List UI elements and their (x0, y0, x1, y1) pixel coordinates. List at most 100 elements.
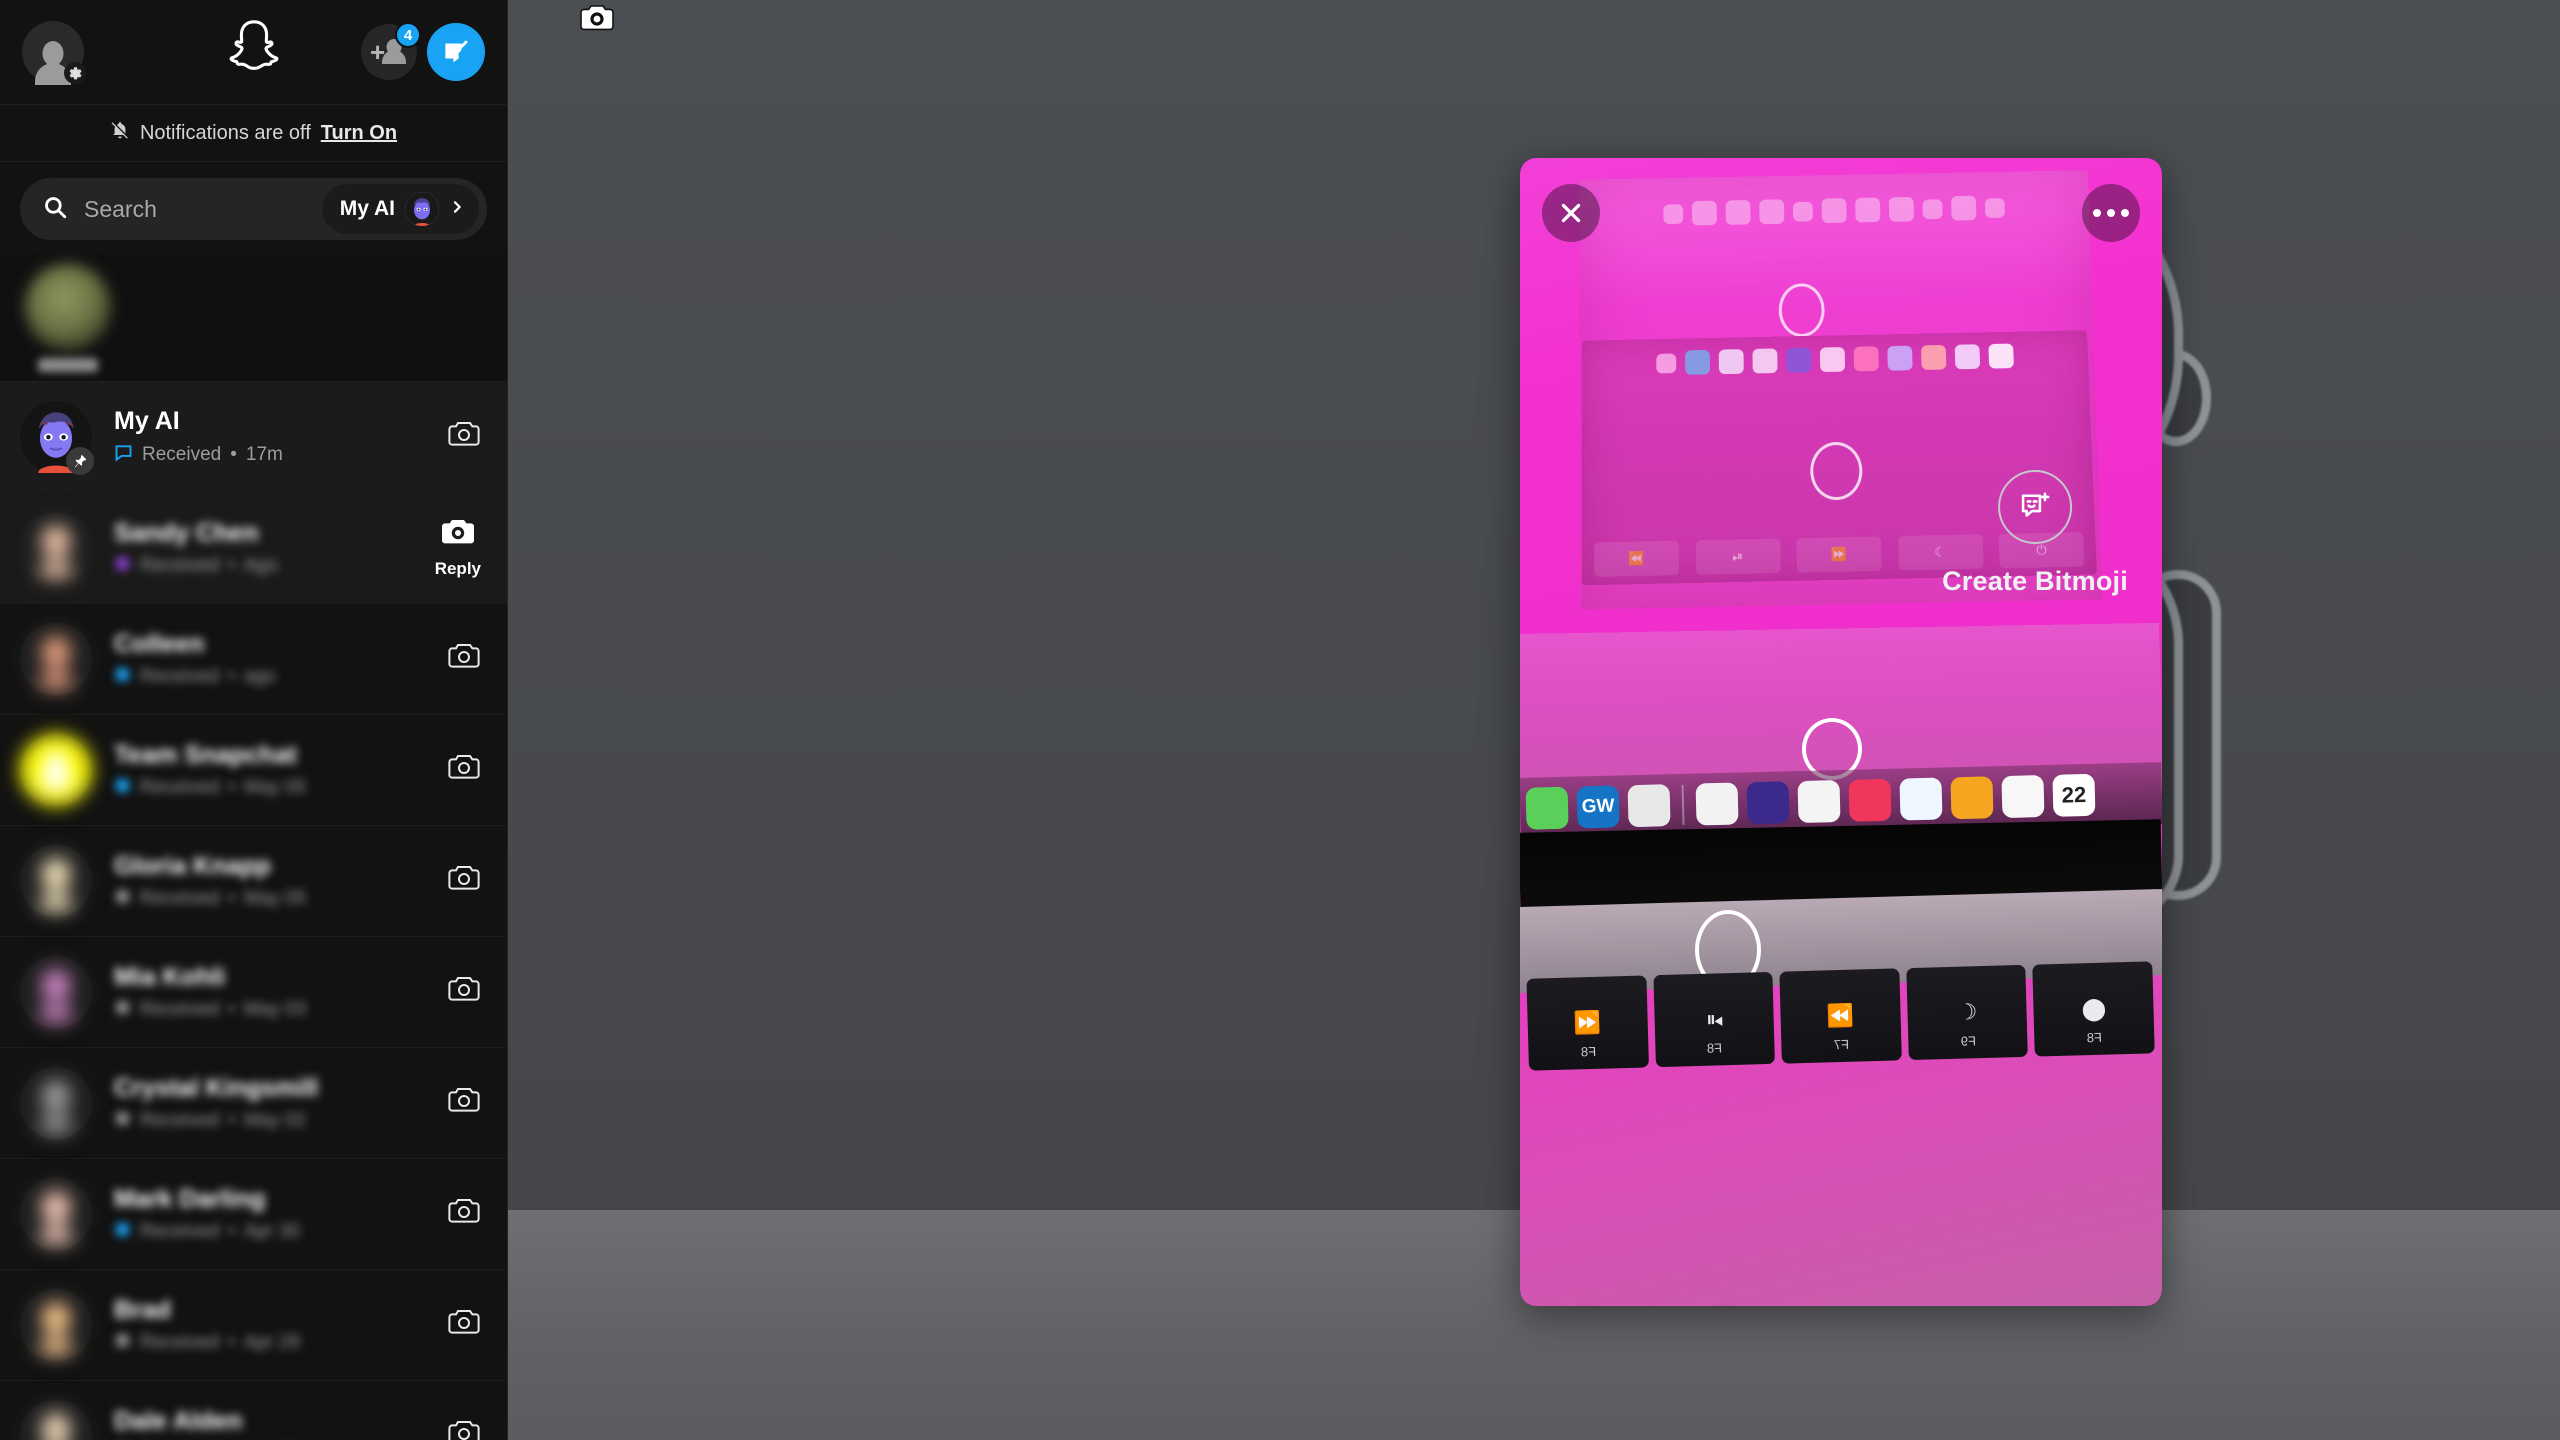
chat-row[interactable]: Team Snapchat Received • May 05 (0, 715, 507, 826)
chat-name: Colleen (114, 629, 205, 658)
my-ai-chip[interactable]: My AI (321, 184, 479, 234)
turn-on-notifications-link[interactable]: Turn On (321, 122, 397, 145)
bitmoji-add-face-icon (1998, 470, 2072, 544)
separator: • (228, 999, 235, 1020)
camera-icon[interactable] (447, 864, 481, 899)
chat-row-texts: Team Snapchat Received • May 05 (114, 741, 306, 800)
camera-icon[interactable] (441, 518, 475, 553)
notifications-text: Notifications are off (139, 121, 311, 144)
snap-square-icon (114, 1110, 131, 1133)
inner-dock-row-3 (1582, 336, 2089, 383)
gw-app-icon: GW (1576, 785, 1620, 829)
calendar-icon: 22 (2052, 773, 2096, 817)
snap-viewer[interactable]: ⏪ ⏯ ⏩ ☾ ⏻ GW 22 ⏪ F8 ⏯ F8 ⏩ F7 ☾ F9 ⬤ F8 (1520, 158, 2162, 1306)
search-input[interactable]: Search (84, 196, 157, 223)
reply-button[interactable] (447, 1197, 481, 1232)
avatar (20, 845, 92, 917)
chat-name: Brad (114, 1295, 171, 1324)
reply-button[interactable] (447, 1419, 481, 1440)
chat-status-text: Received (142, 444, 222, 465)
chat-name: Gloria Knapp (114, 851, 271, 880)
close-icon[interactable] (1542, 184, 1600, 242)
chat-status: Received • Apr 30 (114, 1221, 300, 1244)
chat-name: Crystal Kingsmill (114, 1073, 319, 1102)
chat-row[interactable]: Colleen Received • ago (0, 604, 507, 715)
camera-icon[interactable] (447, 420, 481, 455)
camera-icon[interactable] (447, 975, 481, 1010)
chat-row[interactable]: Crystal Kingsmill Received • May 02 (0, 1048, 507, 1159)
reply-button[interactable]: Reply (435, 518, 481, 579)
reply-button[interactable] (447, 1086, 481, 1121)
inner-dock-row-1 (1579, 188, 2089, 234)
avatar (20, 1289, 92, 1361)
chat-list[interactable]: My AI Received • 17m Sandy Chen Received • Ago… (0, 382, 507, 1440)
separator: • (228, 777, 235, 798)
more-options-icon[interactable] (2082, 184, 2140, 242)
chat-name: Dale Alden (114, 1406, 243, 1435)
notes-icon (1950, 776, 1994, 820)
create-bitmoji-label: Create Bitmoji (1942, 566, 2128, 596)
chevron-right-icon (449, 198, 465, 221)
chat-row-texts: Gloria Knapp Received • May 05 (114, 852, 306, 911)
avatar (20, 956, 92, 1028)
chat-row[interactable]: My AI Received • 17m (0, 382, 507, 493)
chat-name: Team Snapchat (114, 740, 297, 769)
main-content: Create Bitmoji ⏪ ⏯ ⏩ ☾ ⏻ GW 22 ⏪ F8 ⏯ F8… (508, 0, 2560, 1440)
chat-row[interactable]: Sandy Chen Received • Ago Reply (0, 493, 507, 604)
separator: • (230, 444, 237, 465)
key-fn-label: F8 (1580, 1043, 1597, 1060)
new-chat-pencil-icon[interactable] (427, 23, 485, 81)
chat-status-text: Received (140, 999, 220, 1020)
bell-off-icon (110, 119, 130, 147)
camera-icon[interactable] (447, 642, 481, 677)
camera-icon[interactable] (447, 1197, 481, 1232)
chat-row[interactable]: Mark Darling Received • Apr 30 (0, 1159, 507, 1270)
add-friend-icon[interactable]: + 4 (361, 22, 421, 80)
create-bitmoji-button[interactable]: Create Bitmoji (1942, 470, 2128, 597)
camera-icon[interactable] (447, 1308, 481, 1343)
chat-status-text: Received (140, 777, 220, 798)
avatar (20, 401, 94, 475)
chat-bubble-icon (114, 443, 133, 468)
chat-row[interactable]: Gloria Knapp Received • May 05 (0, 826, 507, 937)
chat-status-text: Received (140, 666, 220, 687)
avatar (20, 1400, 92, 1440)
profile-settings-avatar-icon[interactable] (22, 21, 86, 85)
key-glyph: ⏪ (1573, 1009, 1602, 1036)
calculator-icon (1627, 784, 1671, 828)
reply-button[interactable] (447, 420, 481, 455)
search-bar[interactable]: Search My AI (20, 178, 487, 240)
snapchat-web-app: + 4 Notifications are off Turn On Search… (0, 0, 2560, 1440)
camera-badge-icon (580, 4, 614, 32)
chat-name: Mia Kohli (114, 962, 226, 991)
story-tile[interactable] (20, 263, 116, 372)
chat-row-texts: Mark Darling Received • Apr 30 (114, 1185, 300, 1244)
camera-icon[interactable] (447, 1086, 481, 1121)
key-fn-label: F8 (1707, 1040, 1723, 1056)
camera-icon[interactable] (447, 753, 481, 788)
messages-icon (1525, 786, 1569, 830)
chat-status: Received • Apr 29 (114, 1332, 300, 1355)
reply-button[interactable] (447, 753, 481, 788)
reply-button[interactable] (447, 864, 481, 899)
chat-row[interactable]: Brad Received • Apr 29 (0, 1270, 507, 1381)
header-actions: + 4 (361, 22, 485, 81)
key-fn-label: F8 (2086, 1029, 2103, 1046)
reply-button[interactable] (447, 975, 481, 1010)
snap-square-icon (114, 555, 131, 578)
key-fn-label: F9 (1960, 1033, 1976, 1049)
chat-row[interactable]: Dale AldenReceived•Apr 28 (0, 1381, 507, 1440)
chat-row-texts: My AI Received • 17m (114, 407, 283, 468)
snapchat-ghost-logo (223, 16, 285, 83)
avatar (20, 623, 92, 695)
chat-row[interactable]: Mia Kohli Received • May 03 (0, 937, 507, 1048)
keyboard-key: ⏪ F8 (1526, 975, 1649, 1071)
reply-button[interactable] (447, 642, 481, 677)
reply-button[interactable] (447, 1308, 481, 1343)
notifications-banner: Notifications are off Turn On (0, 104, 507, 162)
chat-status: Received • Ago (114, 555, 278, 578)
camera-icon[interactable] (447, 1419, 481, 1440)
avatar (20, 512, 92, 584)
key-glyph: ⏯ (1704, 1006, 1724, 1032)
avatar (20, 1178, 92, 1250)
